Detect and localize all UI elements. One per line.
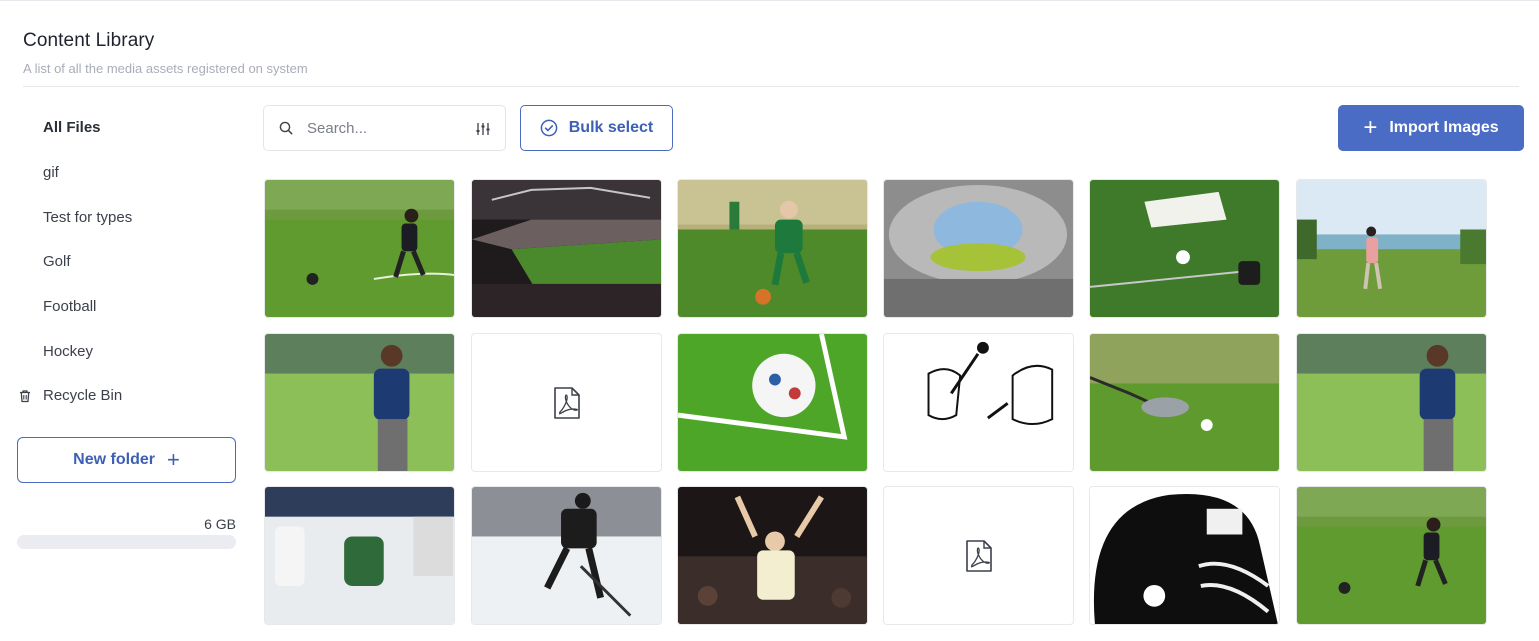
bulk-select-button[interactable]: Bulk select — [520, 105, 673, 151]
sidebar-item-hockey[interactable]: Hockey — [43, 343, 93, 360]
photo-thumbnail — [678, 487, 867, 624]
photo-thumbnail — [1090, 180, 1279, 317]
page-title: Content Library — [23, 30, 155, 51]
new-folder-label: New folder — [73, 451, 155, 468]
bulk-select-label: Bulk select — [568, 119, 654, 136]
media-tile[interactable] — [883, 486, 1074, 625]
search-box[interactable] — [263, 105, 506, 151]
plus-icon: + — [1363, 114, 1378, 141]
media-tile[interactable] — [883, 333, 1074, 472]
sliders-icon[interactable] — [475, 121, 491, 137]
trash-icon — [20, 389, 30, 402]
photo-thumbnail — [472, 487, 661, 624]
page-header: Content Library A list of all the media … — [23, 30, 308, 76]
media-tile[interactable] — [264, 486, 455, 625]
media-tile[interactable] — [1089, 486, 1280, 625]
media-tile[interactable] — [264, 333, 455, 472]
sidebar-item-all-files[interactable]: All Files — [43, 119, 101, 136]
media-tile[interactable] — [883, 179, 1074, 318]
pdf-file-icon — [965, 539, 992, 572]
page-subtitle: A list of all the media assets registere… — [23, 61, 308, 76]
media-tile[interactable] — [677, 179, 868, 318]
media-tile[interactable] — [1296, 486, 1487, 625]
pdf-file-icon — [553, 386, 580, 419]
photo-thumbnail — [265, 487, 454, 624]
media-tile[interactable] — [471, 179, 662, 318]
storage-progress-bar — [17, 535, 236, 549]
photo-thumbnail — [1297, 487, 1486, 624]
photo-thumbnail — [1090, 487, 1279, 624]
import-images-button[interactable]: + Import Images — [1338, 105, 1524, 151]
photo-thumbnail — [678, 334, 867, 471]
sidebar-item-football[interactable]: Football — [43, 298, 96, 315]
media-tile[interactable] — [1296, 179, 1487, 318]
photo-thumbnail — [1090, 334, 1279, 471]
media-tile[interactable] — [471, 486, 662, 625]
photo-thumbnail — [1297, 180, 1486, 317]
sidebar-item-recycle-bin[interactable]: Recycle Bin — [18, 387, 122, 404]
photo-thumbnail — [472, 180, 661, 317]
search-input[interactable] — [307, 119, 467, 137]
photo-thumbnail — [678, 180, 867, 317]
media-tile[interactable] — [1089, 179, 1280, 318]
recycle-bin-label: Recycle Bin — [43, 387, 123, 404]
photo-thumbnail — [265, 180, 454, 317]
media-tile[interactable] — [1296, 333, 1487, 472]
photo-thumbnail — [884, 180, 1073, 317]
storage-total: 6 GB — [204, 516, 236, 532]
plus-icon: + — [166, 447, 180, 472]
search-icon — [279, 121, 293, 135]
media-tile[interactable] — [1089, 333, 1280, 472]
sidebar-item-test-for-types[interactable]: Test for types — [43, 209, 132, 226]
media-tile[interactable] — [471, 333, 662, 472]
header-divider — [23, 86, 1519, 87]
new-folder-button[interactable]: New folder + — [17, 437, 236, 483]
photo-thumbnail — [265, 334, 454, 471]
media-tile[interactable] — [677, 486, 868, 625]
import-images-label: Import Images — [1389, 119, 1499, 136]
sidebar-item-golf[interactable]: Golf — [43, 253, 71, 270]
photo-thumbnail — [1297, 334, 1486, 471]
media-tile[interactable] — [677, 333, 868, 472]
check-circle-icon — [540, 119, 558, 137]
media-tile[interactable] — [264, 179, 455, 318]
top-divider — [0, 0, 1539, 1]
sidebar-item-gif[interactable]: gif — [43, 164, 59, 181]
photo-thumbnail — [884, 334, 1073, 471]
